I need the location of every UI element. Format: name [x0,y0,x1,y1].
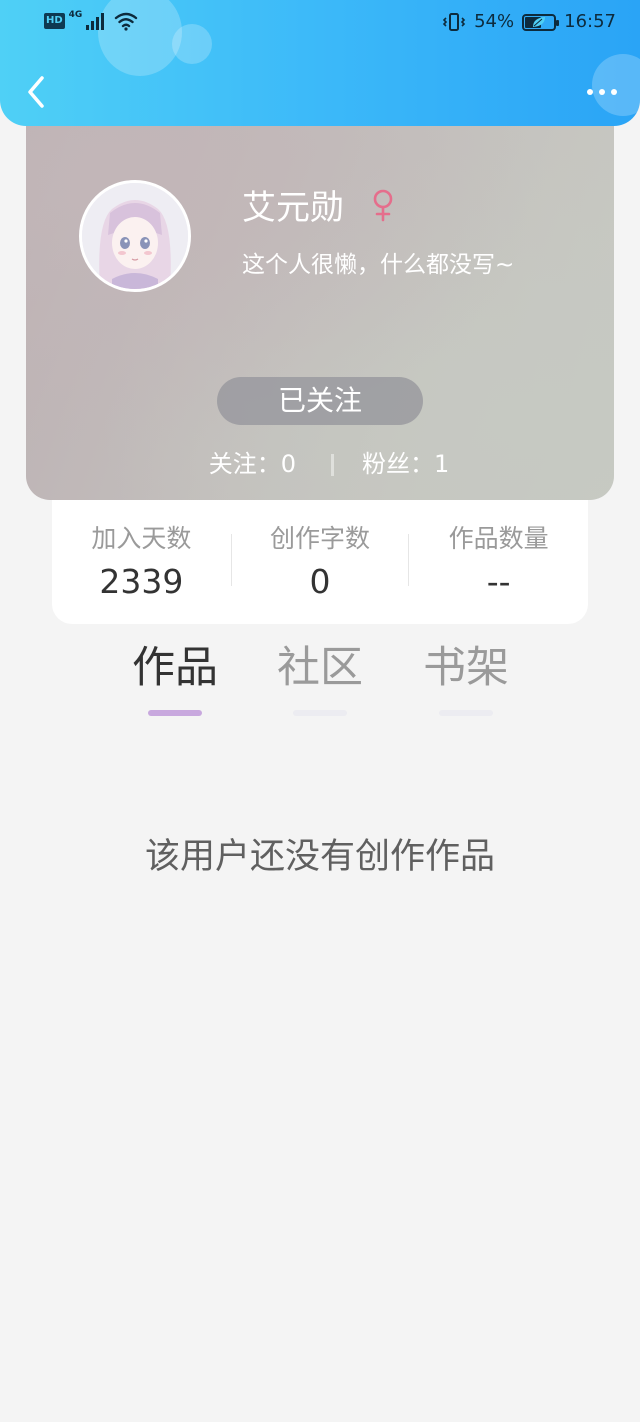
battery-percent: 54% [474,11,515,32]
stat-value: 0 [309,562,331,601]
following-count: 0 [280,450,296,478]
tab-indicator [293,710,347,716]
following-stat[interactable]: 关注：0 [209,446,296,482]
stat-label: 作品数量 [448,524,549,553]
wifi-icon [115,12,138,31]
tab-indicator [439,710,493,716]
stat-join-days: 加入天数 2339 [52,500,231,624]
empty-state-message: 该用户还没有创作作品 [144,837,495,877]
chevron-left-icon [28,76,44,108]
battery-icon [522,13,560,31]
tab-label: 作品 [132,643,218,693]
stat-divider [230,534,232,586]
more-options-button[interactable] [582,80,622,104]
creator-stats-card: 加入天数 2339 创作字数 0 作品数量 -- [52,500,588,624]
more-dots-icon [611,89,617,95]
follow-stats: 关注：0 粉丝：1 [26,446,614,482]
tab-label: 书架 [423,643,509,693]
stat-value: -- [486,562,511,601]
tab-indicator [148,710,202,716]
female-icon [373,189,393,222]
tab-works[interactable]: 作品 [115,638,235,716]
user-bio: 这个人很懒，什么都没写~ [242,252,515,278]
username: 艾元勋 [242,188,344,228]
follow-status-button[interactable]: 已关注 [217,377,423,425]
fans-stat[interactable]: 粉丝：1 [362,446,449,482]
stat-label: 加入天数 [91,524,192,553]
stat-value: 2339 [99,562,184,601]
stat-label: 创作字数 [270,524,371,553]
tab-bookshelf[interactable]: 书架 [406,638,526,716]
more-dots-icon [587,89,593,95]
vibrate-icon [442,13,466,31]
profile-card: 艾元勋 这个人很懒，什么都没写~ 已关注 关注：0 粉丝：1 [26,100,614,500]
more-dots-icon [599,89,605,95]
profile-tabs: 作品 社区 书架 [0,638,640,728]
power-saving-leaf-icon [533,17,546,27]
fans-count: 1 [434,450,450,478]
fans-label: 粉丝： [362,450,434,478]
tab-community[interactable]: 社区 [260,638,380,716]
tab-label: 社区 [277,643,363,693]
avatar-image [82,183,188,289]
stat-word-count: 创作字数 0 [230,500,410,624]
hd-badge: HD [44,13,65,29]
user-profile-page: HD 4G 54% 16:57 艾元勋 这个人很懒，什么都没写~ 已关注 关注：… [0,0,640,1422]
back-button[interactable] [22,74,52,110]
status-bar: HD 4G 54% 16:57 [0,0,640,44]
signal-icon [86,12,105,30]
header-bar: HD 4G 54% 16:57 [0,0,640,126]
stats-divider [331,454,334,476]
clock-time: 16:57 [564,11,616,32]
network-type-label: 4G [68,10,83,20]
avatar[interactable] [79,180,191,292]
following-label: 关注： [208,450,281,478]
stat-works-count: 作品数量 -- [409,500,588,624]
